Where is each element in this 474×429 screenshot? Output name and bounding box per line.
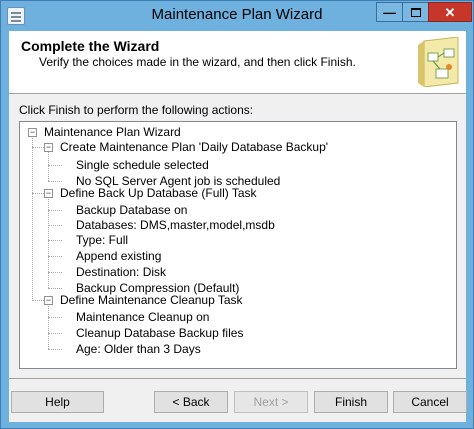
actions-tree[interactable]: − Maintenance Plan Wizard − Create Maint…: [19, 121, 457, 369]
tree-connector: [48, 165, 62, 166]
tree-guide-root: [32, 132, 33, 301]
tree-node-create-plan[interactable]: Create Maintenance Plan 'Daily Database …: [60, 139, 328, 155]
tree-connector: [48, 181, 62, 182]
tree-connector: [32, 300, 44, 301]
wizard-illustration-icon: [418, 37, 459, 87]
collapse-toggle-root[interactable]: −: [28, 128, 37, 137]
tree-connector: [48, 210, 62, 211]
tree-connector: [48, 288, 62, 289]
back-button[interactable]: < Back: [154, 391, 228, 413]
title-bar[interactable]: Maintenance Plan Wizard — ✕: [1, 1, 473, 31]
tree-connector: [48, 225, 62, 226]
tree-leaf[interactable]: Maintenance Cleanup on: [76, 309, 209, 325]
tree-connector: [48, 349, 62, 350]
tree-guide-group-3: [48, 300, 49, 349]
next-button[interactable]: Next >: [234, 391, 308, 413]
cancel-button[interactable]: Cancel: [393, 391, 467, 413]
tree-guide-group-1: [48, 147, 49, 181]
footer-divider: [9, 378, 466, 379]
tree-leaf[interactable]: Databases: DMS,master,model,msdb: [76, 217, 275, 233]
minimize-icon: —: [383, 4, 396, 20]
tree-connector: [48, 317, 62, 318]
tree-connector: [48, 240, 62, 241]
instructions-label: Click Finish to perform the following ac…: [19, 103, 254, 117]
page-subtitle: Verify the choices made in the wizard, a…: [39, 55, 356, 69]
wizard-window: Maintenance Plan Wizard — ✕ Complete the…: [0, 0, 474, 429]
page-title: Complete the Wizard: [21, 38, 160, 54]
help-button[interactable]: Help: [11, 391, 104, 413]
collapse-toggle-group-3[interactable]: −: [44, 296, 53, 305]
tree-connector: [48, 272, 62, 273]
finish-button[interactable]: Finish: [314, 391, 388, 413]
close-button[interactable]: ✕: [428, 2, 472, 22]
tree-node-cleanup-task[interactable]: Define Maintenance Cleanup Task: [60, 292, 243, 308]
tree-leaf[interactable]: Age: Older than 3 Days: [76, 341, 201, 357]
collapse-toggle-group-2[interactable]: −: [44, 189, 53, 198]
tree-connector: [32, 147, 44, 148]
collapse-toggle-group-1[interactable]: −: [44, 143, 53, 152]
tree-leaf[interactable]: Type: Full: [76, 232, 128, 248]
maximize-icon: [410, 7, 421, 17]
tree-node-backup-task[interactable]: Define Back Up Database (Full) Task: [60, 185, 257, 201]
minimize-button[interactable]: —: [376, 2, 402, 22]
tree-leaf[interactable]: Backup Database on: [76, 202, 187, 218]
maximize-button[interactable]: [402, 2, 428, 22]
tree-connector: [32, 193, 44, 194]
tree-connector: [48, 333, 62, 334]
close-icon: ✕: [444, 4, 456, 20]
tree-leaf[interactable]: Cleanup Database Backup files: [76, 325, 243, 341]
tree-connector: [48, 256, 62, 257]
tree-leaf[interactable]: Destination: Disk: [76, 264, 166, 280]
tree-leaf[interactable]: Append existing: [76, 248, 161, 264]
tree-node-root[interactable]: Maintenance Plan Wizard: [44, 124, 181, 140]
wizard-header: Complete the Wizard Verify the choices m…: [9, 31, 466, 94]
wizard-client-area: Complete the Wizard Verify the choices m…: [9, 31, 467, 422]
tree-leaf[interactable]: Single schedule selected: [76, 157, 209, 173]
